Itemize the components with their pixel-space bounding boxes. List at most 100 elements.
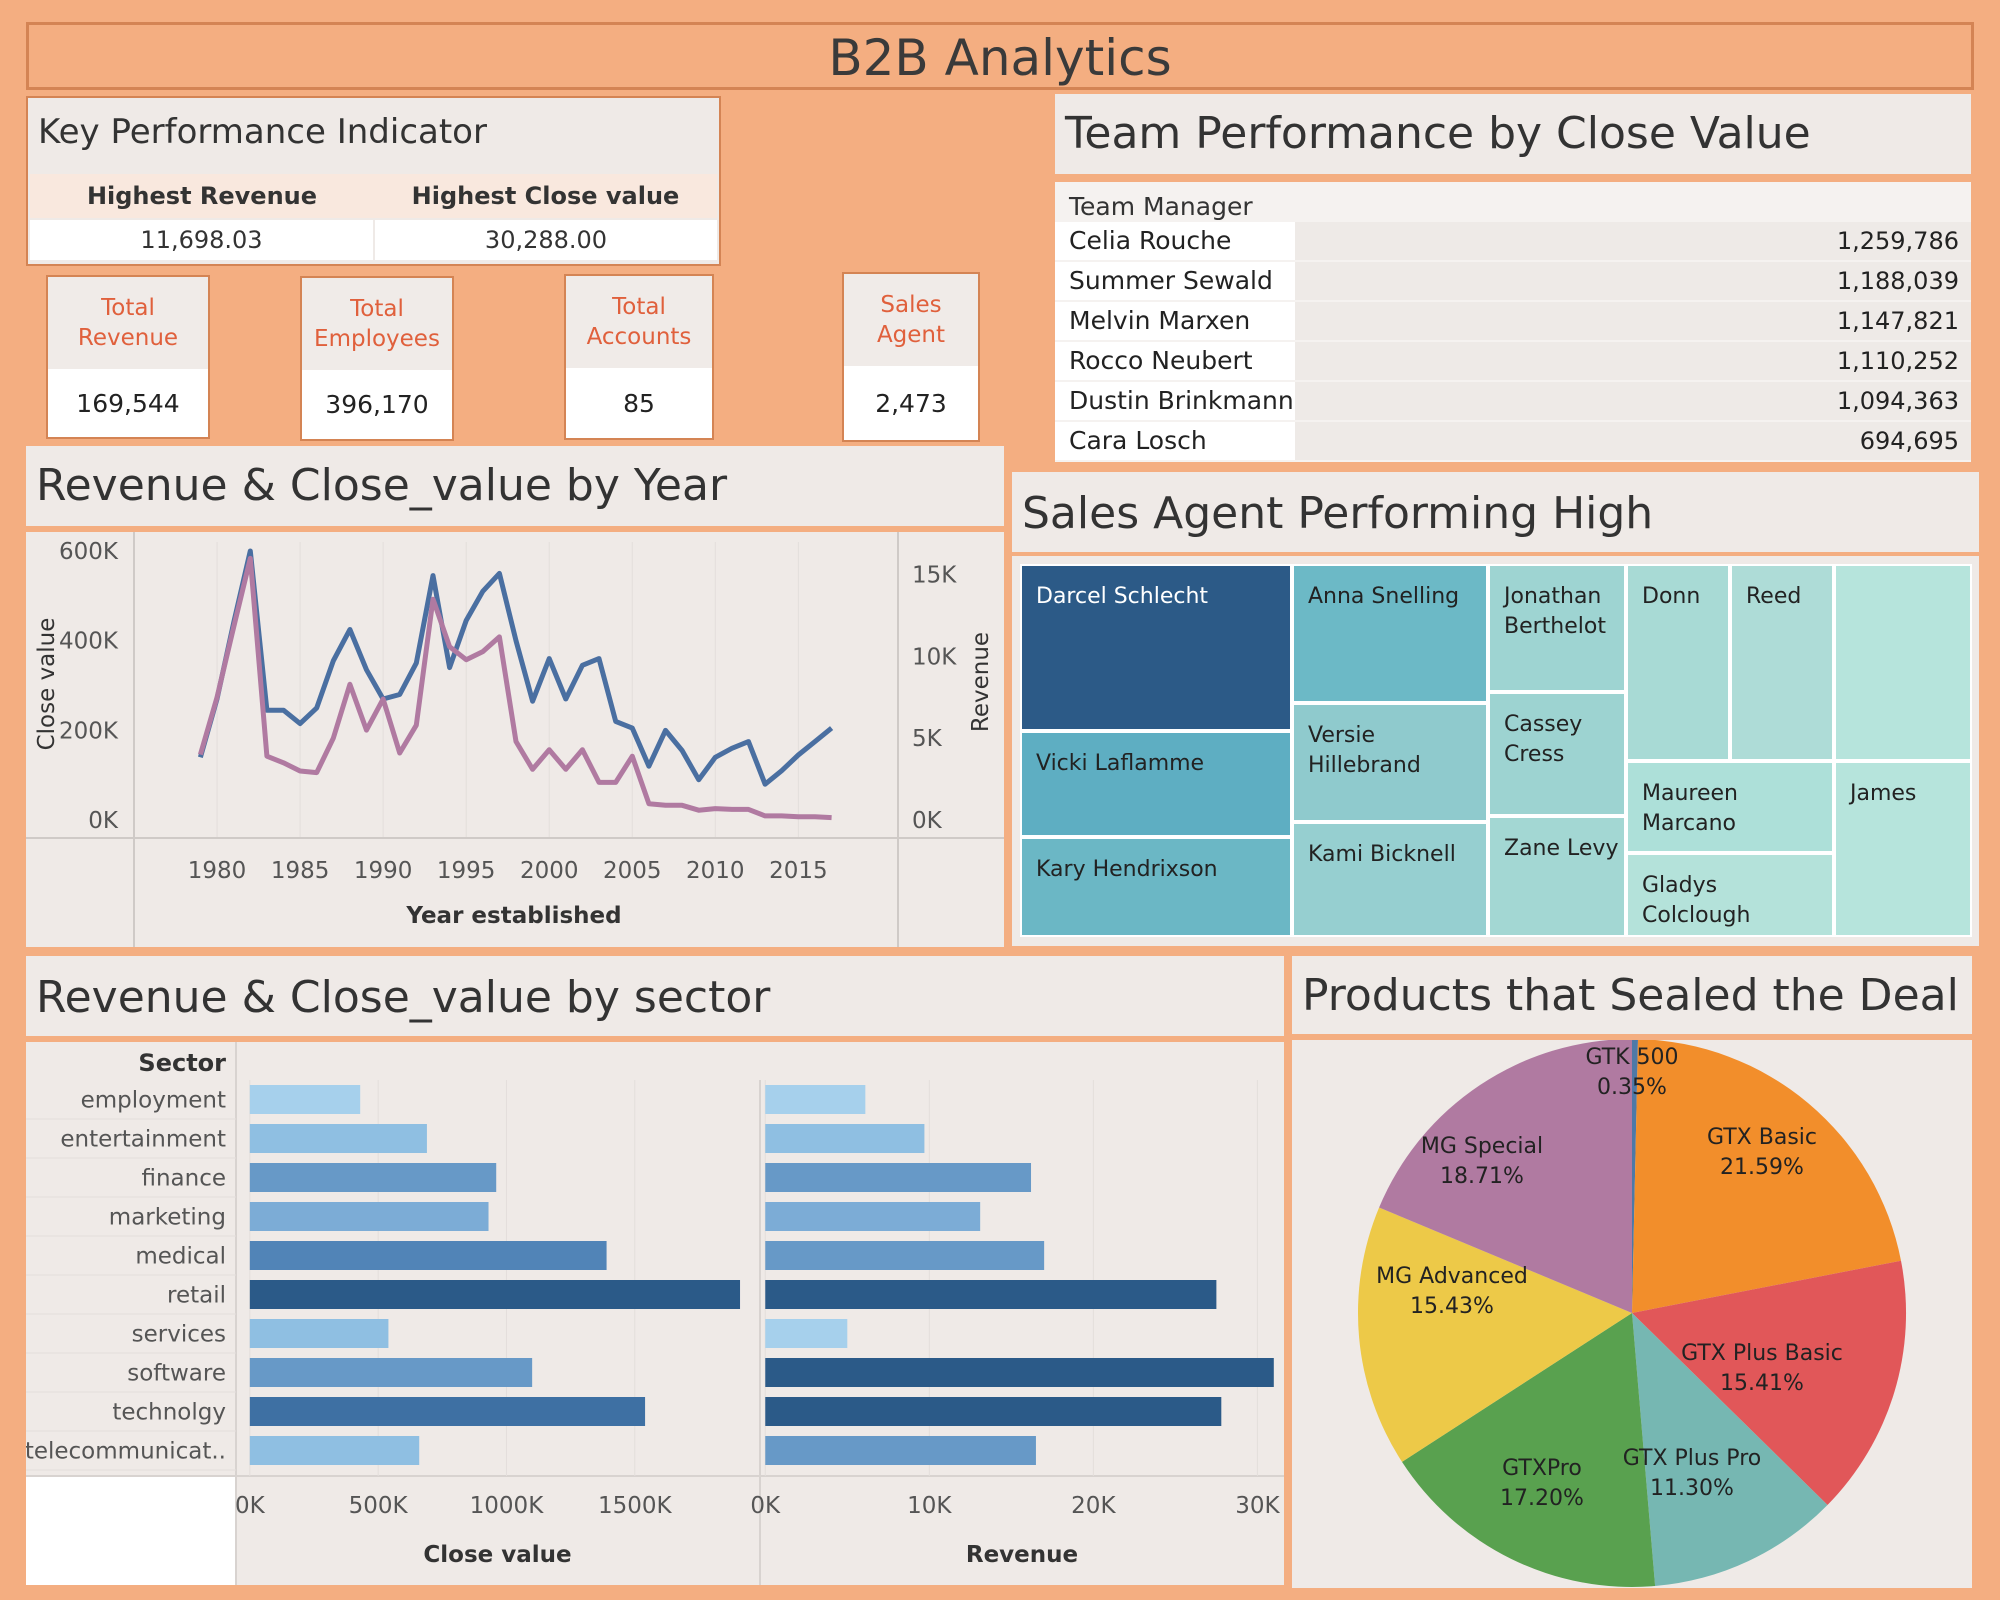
card-total-revenue: Total Revenue 169,544 [46, 275, 210, 439]
table-row: Celia Rouche 1,259,786 [1055, 222, 1971, 260]
pie-percent: 15.41% [1720, 1371, 1804, 1396]
treemap-cell: Jonathan Berthelot [1488, 564, 1626, 692]
treemap-cell: Reed [1730, 564, 1834, 761]
treemap-cell: Maureen Marcano [1626, 761, 1834, 853]
treemap-cell: Darcel Schlecht [1020, 564, 1292, 731]
year-title-box: Revenue & Close_value by Year [26, 446, 1004, 526]
kpi-panel: Key Performance Indicator Highest Revenu… [26, 96, 721, 266]
pie-percent: 21.59% [1720, 1155, 1804, 1180]
pie-label: GTX Plus Basic [1681, 1341, 1843, 1366]
table-row: Cara Losch 694,695 [1055, 422, 1971, 460]
sector-bar [249, 1085, 361, 1114]
x-tick-label: 2005 [603, 858, 662, 884]
team-close-value: 694,695 [1295, 422, 1971, 460]
team-manager-name: Cara Losch [1055, 422, 1295, 460]
kpi-header-highest-close-value: Highest Close value [374, 174, 717, 218]
sector-bar [249, 1280, 741, 1309]
team-manager-name: Summer Sewald [1055, 262, 1295, 300]
x-tick-label: 1500K [598, 1493, 673, 1519]
sector-bar [765, 1124, 925, 1153]
pie-label: GTX Plus Pro [1623, 1446, 1761, 1471]
dashboard-header: B2B Analytics [26, 22, 1974, 90]
x-tick-label: 1995 [437, 858, 496, 884]
y2-tick-label: 0K [912, 808, 943, 834]
treemap-cell: Kary Hendrixson [1020, 837, 1292, 937]
sector-bar [765, 1436, 1036, 1465]
treemap-cell [1834, 564, 1972, 761]
x-tick-label: 1990 [354, 858, 413, 884]
x-axis-title: Year established [405, 903, 621, 929]
sector-bar [765, 1202, 981, 1231]
year-chart-title: Revenue & Close_value by Year [36, 460, 728, 511]
sector-bar [765, 1163, 1032, 1192]
sector-bar [249, 1202, 489, 1231]
sector-chart-title: Revenue & Close_value by sector [36, 972, 771, 1023]
team-close-value: 1,110,252 [1295, 342, 1971, 380]
sector-label: services [132, 1322, 226, 1348]
table-row: Rocco Neubert 1,110,252 [1055, 342, 1971, 380]
table-row: Melvin Marxen 1,147,821 [1055, 302, 1971, 340]
treemap-cell: James [1834, 761, 1972, 937]
x-tick-label: 1000K [470, 1493, 545, 1519]
card-value: 85 [623, 388, 655, 418]
team-manager-name: Dustin Brinkmann [1055, 382, 1295, 420]
card-value: 396,170 [325, 390, 429, 419]
y2-tick-label: 15K [912, 563, 957, 589]
x-tick-label: 0K [750, 1493, 781, 1519]
sector-label: software [127, 1361, 226, 1387]
kpi-value-highest-close-value: 30,288.00 [375, 220, 717, 260]
team-manager-name: Melvin Marxen [1055, 302, 1295, 340]
sector-label: marketing [109, 1205, 226, 1231]
team-manager-name: Rocco Neubert [1055, 342, 1295, 380]
sector-label: employment [81, 1088, 226, 1114]
pie-chart-title: Products that Sealed the Deal [1302, 970, 1959, 1021]
sector-bar [765, 1358, 1274, 1387]
pie-label: MG Special [1421, 1134, 1543, 1159]
team-close-value: 1,094,363 [1295, 382, 1971, 420]
x-tick-label: 500K [349, 1493, 409, 1519]
card-value: 169,544 [76, 388, 180, 418]
sector-header: Sector [138, 1049, 226, 1077]
sector-label: entertainment [60, 1127, 226, 1153]
sector-title-box: Revenue & Close_value by sector [26, 956, 1284, 1036]
sector-bar [249, 1241, 607, 1270]
kpi-value-highest-revenue: 11,698.03 [30, 220, 373, 260]
y-axis-title: Close value [34, 618, 60, 751]
card-sales-agent: Sales Agent 2,473 [842, 272, 980, 442]
pie-label: MG Advanced [1376, 1264, 1528, 1289]
plot-area [134, 542, 898, 838]
sector-bar [249, 1358, 533, 1387]
sector-bar [249, 1124, 427, 1153]
treemap-cell: Versie Hillebrand [1292, 703, 1488, 822]
pie-label: GTX Basic [1707, 1125, 1817, 1150]
sector-label: technolgy [112, 1400, 226, 1426]
team-close-value: 1,259,786 [1295, 222, 1971, 260]
team-table: Team Manager Celia Rouche 1,259,786 Summ… [1055, 182, 1971, 462]
pie-percent: 15.43% [1410, 1294, 1494, 1319]
team-title-box: Team Performance by Close Value [1055, 94, 1971, 174]
sector-bar [765, 1085, 866, 1114]
team-close-value: 1,188,039 [1295, 262, 1971, 300]
kpi-title: Key Performance Indicator [38, 112, 487, 152]
x-tick-label: 30K [1235, 1493, 1280, 1519]
pie-percent: 18.71% [1440, 1164, 1524, 1189]
sector-bar [249, 1319, 389, 1348]
sector-chart: Sector employment entertainment finance mark… [25, 1042, 1284, 1585]
sector-bar [765, 1319, 848, 1348]
pie-percent: 0.35% [1597, 1075, 1667, 1100]
sector-label: medical [135, 1244, 226, 1270]
treemap-cell: Donn [1626, 564, 1730, 761]
sales-agent-treemap: Darcel Schlecht Vicki Laflamme Kary Hend… [1012, 556, 1979, 946]
y2-axis-title: Revenue [968, 632, 994, 732]
y-tick-label: 0K [88, 808, 119, 834]
y2-tick-label: 10K [912, 644, 957, 670]
sector-bar [765, 1397, 1222, 1426]
y-tick-label: 200K [59, 718, 119, 744]
table-row: Summer Sewald 1,188,039 [1055, 262, 1971, 300]
x-tick-label: 1980 [188, 858, 247, 884]
y-tick-label: 600K [59, 539, 119, 565]
pie-label: GTXPro [1502, 1456, 1582, 1481]
pie-label: GTK 500 [1585, 1045, 1678, 1070]
y2-tick-label: 5K [912, 726, 943, 752]
card-total-employees: Total Employees 396,170 [300, 276, 454, 441]
